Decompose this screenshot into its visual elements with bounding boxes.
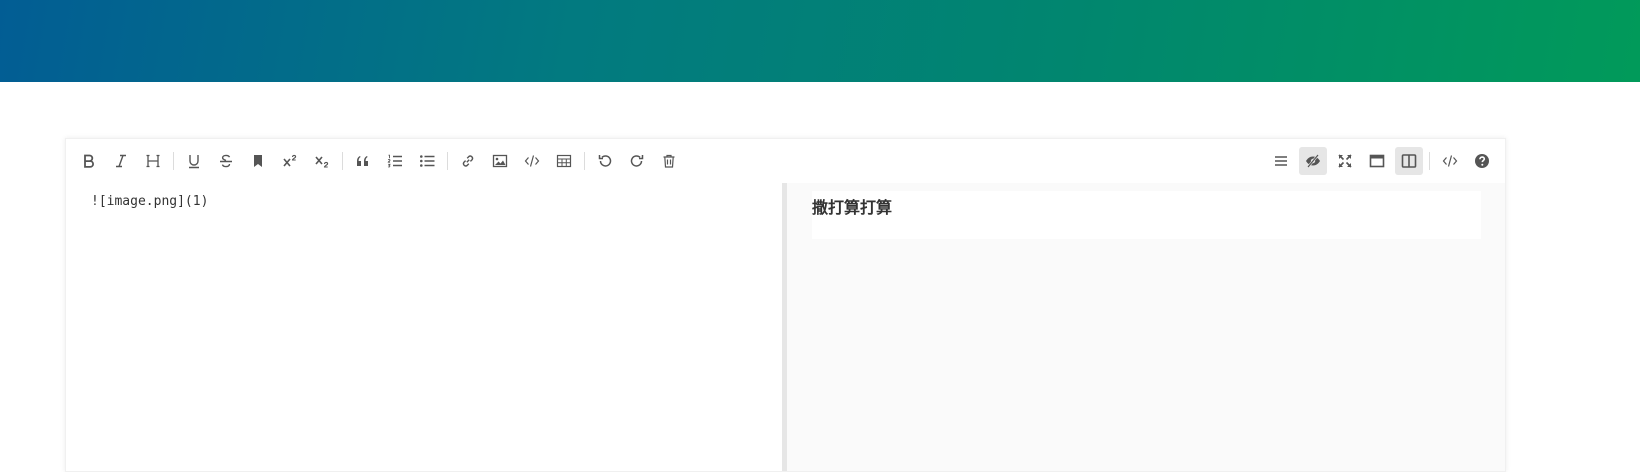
link-icon	[462, 155, 474, 167]
help-icon	[1475, 154, 1489, 168]
undo-icon	[598, 155, 612, 167]
heading-icon	[146, 154, 160, 168]
toolbar-separator	[1429, 152, 1430, 170]
toolbar-separator	[173, 152, 174, 170]
bold-icon	[84, 154, 94, 168]
markdown-input-pane[interactable]: ![image.png](1)	[66, 183, 782, 471]
toolbar-separator	[342, 152, 343, 170]
markdown-preview-pane: 撒打算打算	[787, 183, 1505, 471]
help-button[interactable]	[1468, 147, 1496, 175]
editor-toolbar	[66, 139, 1505, 183]
eye-slash-icon	[1306, 154, 1320, 168]
header-banner	[0, 0, 1640, 82]
toolbar-left	[66, 147, 685, 175]
quote-button[interactable]	[349, 147, 377, 175]
columns-icon	[1401, 154, 1417, 168]
italic-button[interactable]	[107, 147, 135, 175]
toolbar-separator	[584, 152, 585, 170]
image-icon	[492, 154, 508, 168]
table-button[interactable]	[550, 147, 578, 175]
navigation-button[interactable]	[1267, 147, 1295, 175]
mark-button[interactable]	[244, 147, 272, 175]
superscript-icon	[283, 154, 297, 167]
trash-icon	[663, 154, 675, 168]
unordered-list-button[interactable]	[413, 147, 441, 175]
image-button[interactable]	[486, 147, 514, 175]
strikethrough-icon	[220, 154, 232, 168]
trash-button[interactable]	[655, 147, 683, 175]
table-icon	[556, 154, 572, 168]
underline-icon	[189, 155, 199, 169]
redo-icon	[630, 155, 644, 167]
code-icon	[1442, 155, 1458, 167]
preview-content: 撒打算打算	[812, 191, 1481, 239]
code-button[interactable]	[518, 147, 546, 175]
heading-button[interactable]	[139, 147, 167, 175]
italic-icon	[116, 154, 126, 168]
ordered-list-button[interactable]	[381, 147, 409, 175]
list-icon	[1275, 156, 1287, 166]
code-icon	[524, 155, 540, 167]
window-icon	[1369, 154, 1385, 168]
underline-button[interactable]	[180, 147, 208, 175]
ordered-list-icon	[387, 154, 402, 168]
superscript-button[interactable]	[276, 147, 304, 175]
preview-text: 撒打算打算	[812, 198, 893, 217]
markdown-source-text[interactable]: ![image.png](1)	[91, 194, 208, 209]
fullscreen-button[interactable]	[1331, 147, 1359, 175]
toolbar-separator	[447, 152, 448, 170]
html-code-button[interactable]	[1436, 147, 1464, 175]
redo-button[interactable]	[623, 147, 651, 175]
preview-toggle-button[interactable]	[1299, 147, 1327, 175]
unordered-list-icon	[420, 155, 435, 167]
subscript-button[interactable]	[308, 147, 336, 175]
undo-button[interactable]	[591, 147, 619, 175]
read-mode-button[interactable]	[1363, 147, 1391, 175]
expand-icon	[1338, 154, 1352, 168]
subscript-icon	[315, 156, 329, 168]
markdown-editor: ![image.png](1) 撒打算打算	[65, 138, 1506, 472]
subfield-button[interactable]	[1395, 147, 1423, 175]
quote-icon	[357, 156, 368, 166]
bold-button[interactable]	[75, 147, 103, 175]
strikethrough-button[interactable]	[212, 147, 240, 175]
toolbar-right	[1265, 147, 1505, 175]
bookmark-icon	[254, 155, 262, 167]
link-button[interactable]	[454, 147, 482, 175]
